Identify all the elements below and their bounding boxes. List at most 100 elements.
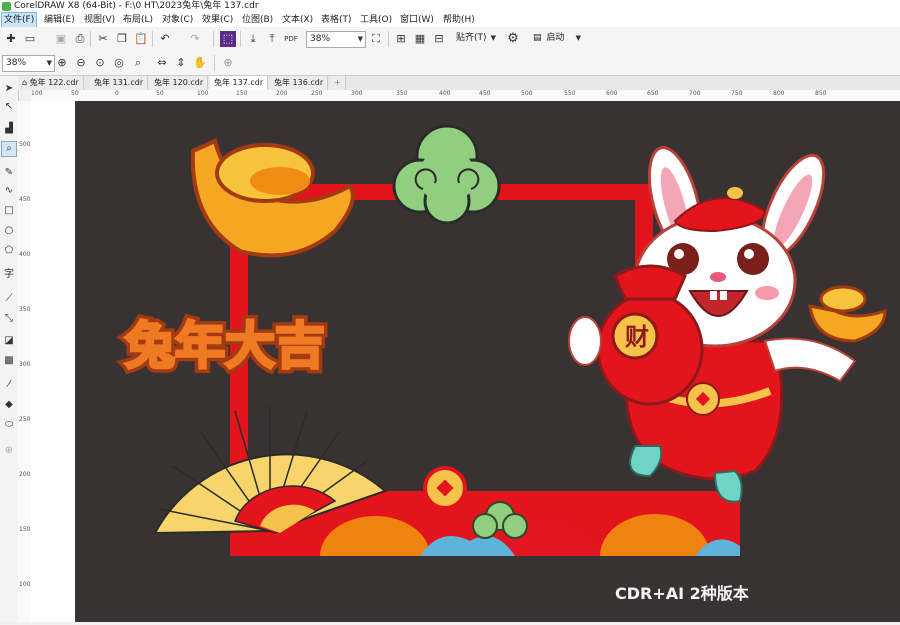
bag-character: 财 [625,323,649,351]
launch-dropdown[interactable]: ▤ 启动 ▼ [530,31,583,46]
green-cloud[interactable] [392,124,501,225]
connector-tool-icon[interactable]: ⤡ [2,312,16,326]
menu-help[interactable]: 帮助(H) [441,13,477,27]
show-grid-icon[interactable]: ▦ [412,31,428,47]
menu-tools[interactable]: 工具(O) [358,13,394,27]
tab-document-122[interactable]: ⌂ 兔年 122.cdr [18,76,84,90]
ellipse-tool-icon[interactable]: ○ [2,224,16,238]
chevron-down-icon: ▼ [575,34,581,42]
tab-label: 兔年 120.cdr [154,78,204,87]
document-page[interactable]: 兔年大吉 兔年大吉 财 CDR+AI 2种版本 [75,101,900,622]
ruler-tick: 300 [19,361,31,368]
snap-to-dropdown[interactable]: 贴齐(T) ▼ [453,31,498,46]
add-icon[interactable]: ⊕ [220,55,236,71]
hand-pan-icon[interactable]: ✋ [192,55,208,71]
full-screen-icon[interactable]: ⛶ [368,31,384,47]
eyedropper-icon[interactable]: ⁄ [2,378,16,392]
parallel-dimension-icon[interactable]: ⟋ [2,292,16,306]
menu-text[interactable]: 文本(X) [280,13,315,27]
smart-fill-icon[interactable]: ⬭ [2,418,16,432]
drop-shadow-icon[interactable]: ◪ [2,334,16,348]
freehand-tool-icon[interactable]: ✎ [2,166,16,180]
tab-label: 兔年 136.cdr [274,78,324,87]
rectangle-tool-icon[interactable]: □ [2,204,16,218]
ruler-tick: 800 [773,90,785,97]
cut-icon[interactable]: ✂ [95,31,111,47]
crop-tool-icon[interactable]: ▟ [2,122,16,136]
new-document-icon[interactable]: ✚ [3,31,19,47]
menu-bitmaps[interactable]: 位图(B) [240,13,275,27]
corel-connect-icon[interactable]: ⬚ [220,31,236,47]
zoom-selected-icon[interactable]: ⊙ [92,55,108,71]
tab-document-131[interactable]: 兔年 131.cdr [90,76,149,90]
tab-document-137[interactable]: 兔年 137.cdr [210,76,269,90]
import-icon[interactable]: ⤓ [245,31,261,47]
standard-toolbar: ✚ ▭ ▣ ⎙ ✂ ❐ 📋 ↶ ↷ ⬚ ⤓ ⤒ PDF 38% ▼ ⛶ ⊞ ▦ … [0,27,900,52]
interactive-fill-icon[interactable]: ◆ [2,398,16,412]
ruler-tick: 50 [71,90,79,97]
slogan-text: 兔年大吉 [125,317,325,375]
menu-object[interactable]: 对象(C) [160,13,195,27]
zoom-page-height-icon[interactable]: ⇕ [173,55,189,71]
menu-file[interactable]: 文件(F) [0,12,38,28]
publish-pdf-icon[interactable]: PDF [283,31,299,47]
menu-view[interactable]: 视图(V) [82,13,117,27]
tab-document-136[interactable]: 兔年 136.cdr [270,76,329,90]
pick-tool-icon[interactable]: ➤ [2,82,16,96]
zoom-page-width-icon[interactable]: ⇔ [154,55,170,71]
zoom-level-combo[interactable]: 38% ▼ [306,31,366,48]
coreldraw-logo-icon [2,2,11,11]
coin-ornament[interactable] [423,466,467,510]
menu-bar: 文件(F) 编辑(E) 视图(V) 布局(L) 对象(C) 效果(C) 位图(B… [0,12,900,28]
ruler-tick: 150 [19,526,31,533]
zoom-all-objects-icon[interactable]: ◎ [111,55,127,71]
ruler-tick: 100 [197,90,209,97]
menu-edit[interactable]: 编辑(E) [42,13,77,27]
snap-to-label: 贴齐(T) [456,33,487,43]
drawing-canvas[interactable]: 兔年大吉 兔年大吉 财 CDR+AI 2种版本 [31,101,900,622]
ruler-tick: 450 [19,196,31,203]
zoom-levels-combo[interactable]: 38% ▼ [2,55,55,72]
gear-icon[interactable]: ⚙ [505,31,521,47]
text-tool-icon[interactable]: 字 [2,268,16,282]
menu-table[interactable]: 表格(T) [319,13,354,27]
show-guidelines-icon[interactable]: ⊟ [431,31,447,47]
artistic-media-icon[interactable]: ∿ [2,184,16,198]
ruler-tick: 100 [19,581,31,588]
menu-window[interactable]: 窗口(W) [398,13,436,27]
menu-effects[interactable]: 效果(C) [200,13,235,27]
artwork: 兔年大吉 兔年大吉 财 CDR+AI 2种版本 [120,124,887,603]
undo-icon[interactable]: ↶ [157,31,173,47]
redo-icon[interactable]: ↷ [187,31,203,47]
show-rulers-icon[interactable]: ⊞ [393,31,409,47]
slogan-title[interactable]: 兔年大吉 兔年大吉 [120,312,330,380]
ruler-tick: 200 [19,471,31,478]
tab-document-120[interactable]: 兔年 120.cdr [150,76,209,90]
zoom-out-icon[interactable]: ⊖ [73,55,89,71]
add-tab-button[interactable]: + [330,76,346,90]
open-folder-icon[interactable]: ▭ [22,31,38,47]
zoom-tool-icon[interactable]: ⌕ [1,141,17,157]
toolbar-separator [213,31,214,47]
document-tabs: ⌂ 兔年 122.cdr 兔年 131.cdr 兔年 120.cdr 兔年 13… [18,76,900,90]
menu-layout[interactable]: 布局(L) [121,13,155,27]
save-icon[interactable]: ▣ [53,31,69,47]
ruler-tick: 50 [156,90,164,97]
zoom-levels-value: 38% [6,58,27,68]
transparency-tool-icon[interactable]: ▩ [2,354,16,368]
copy-icon[interactable]: ❐ [114,31,130,47]
ruler-tick: 300 [351,90,363,97]
gold-ingot[interactable] [190,138,355,258]
print-icon[interactable]: ⎙ [72,31,88,47]
zoom-to-page-icon[interactable]: ⌕ [130,55,146,71]
add-tool-icon[interactable]: ⊕ [2,444,16,458]
zoom-in-icon[interactable]: ⊕ [54,55,70,71]
polygon-tool-icon[interactable]: ⬠ [2,244,16,258]
paste-icon[interactable]: 📋 [133,31,149,47]
toolbar-separator [152,31,153,47]
shape-tool-icon[interactable]: ↖ [2,100,16,114]
export-icon[interactable]: ⤒ [264,31,280,47]
vertical-ruler[interactable]: 500 450 400 350 300 250 200 150 100 [18,101,32,622]
chevron-down-icon: ▼ [490,34,496,42]
title-bar: CorelDRAW X8 (64-Bit) - F:\0 HT\2023兔年\兔… [0,0,900,13]
